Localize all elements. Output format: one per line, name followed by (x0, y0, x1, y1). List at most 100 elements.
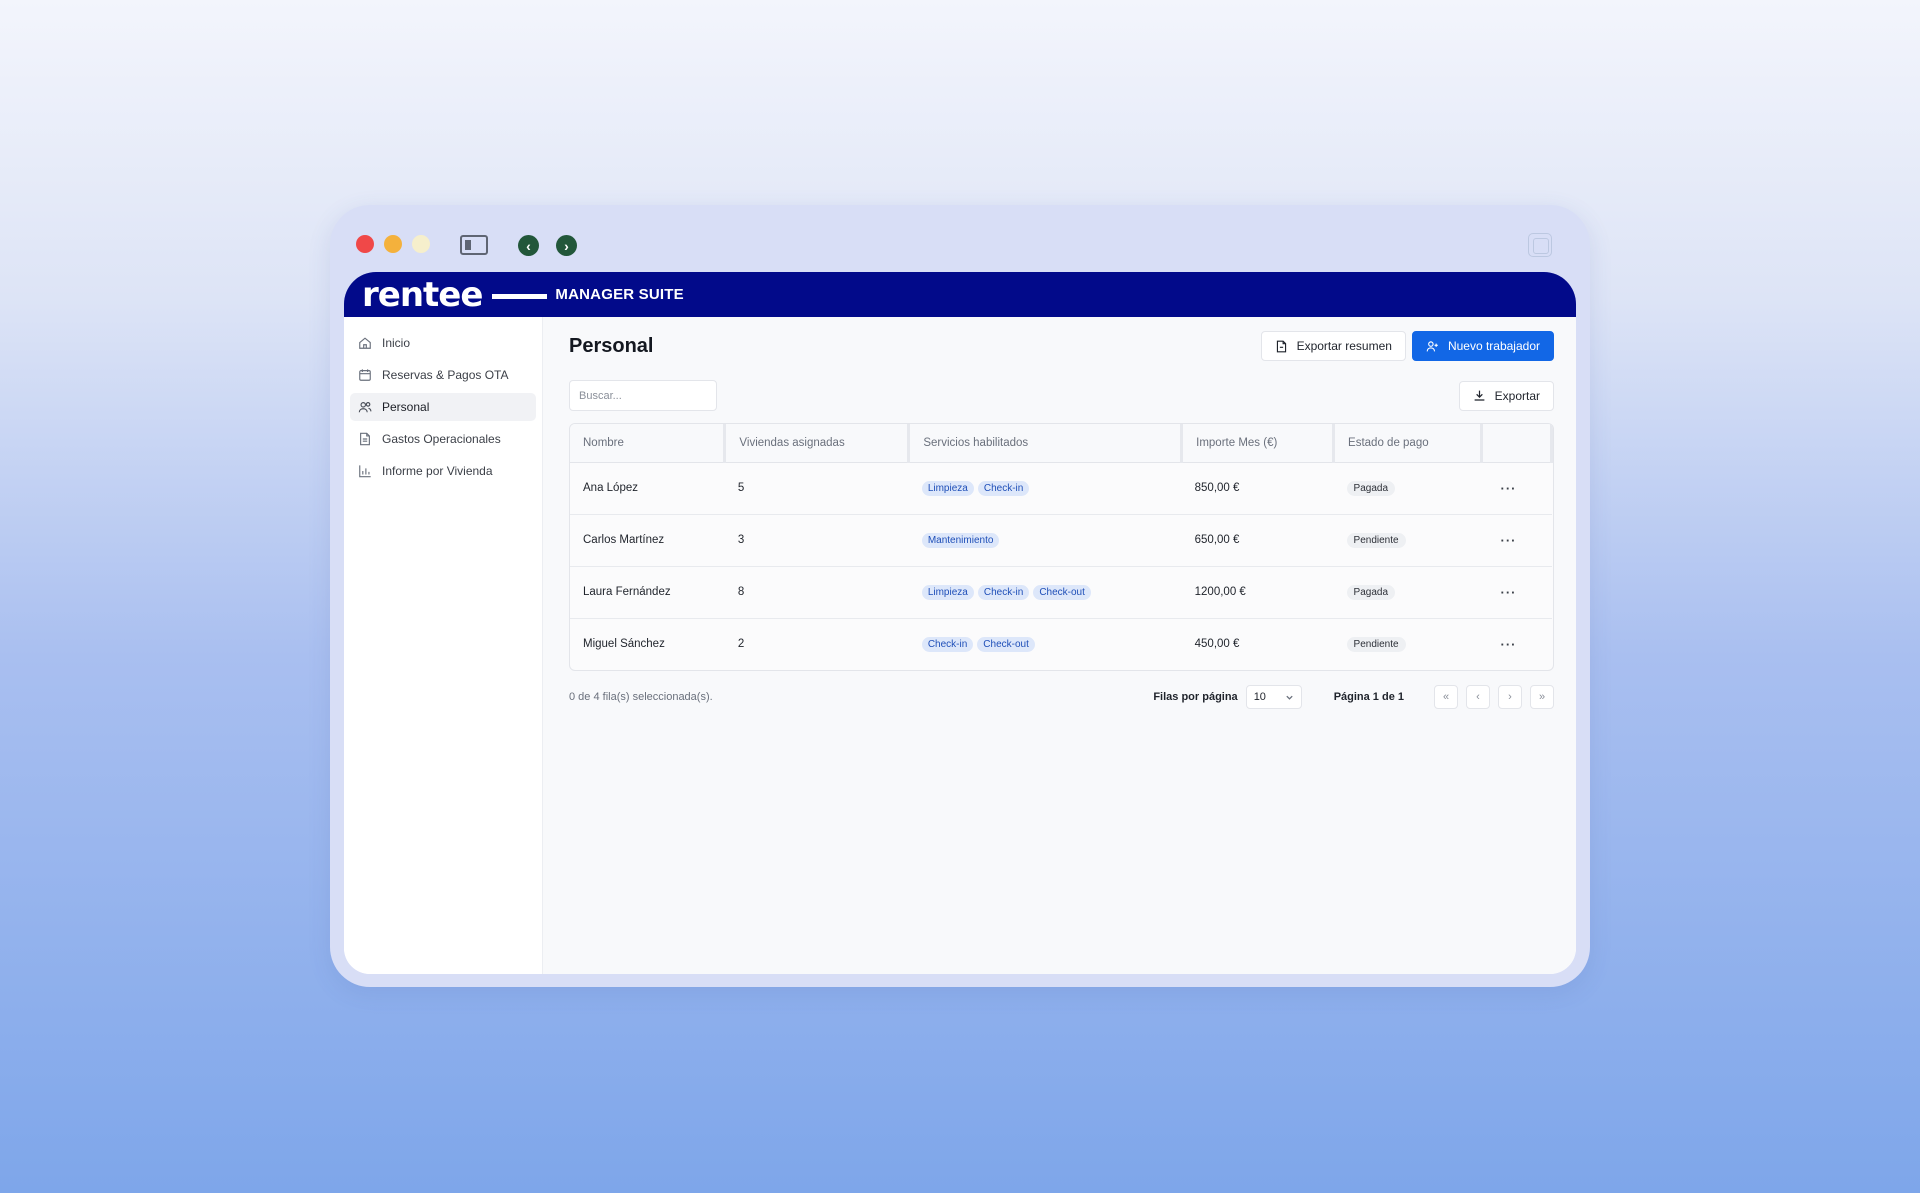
selection-info: 0 de 4 fila(s) seleccionada(s). (569, 691, 713, 703)
app-frame: rentee MANAGER SUITE Inicio Reservas & P… (344, 272, 1576, 974)
chevron-left-icon[interactable]: ‹ (518, 235, 539, 256)
logo-divider (492, 294, 548, 299)
staff-table: Nombre Viviendas asignadas Servicios hab… (569, 423, 1554, 671)
cell-actions: ··· (1481, 618, 1551, 670)
search-input[interactable] (569, 380, 717, 411)
more-actions-icon[interactable]: ··· (1494, 533, 1516, 548)
table-row[interactable]: Carlos Martínez 3 Mantenimiento 650,00 €… (570, 514, 1552, 567)
file-icon (1276, 340, 1286, 352)
cell-status: Pendiente (1333, 514, 1482, 567)
cell-amount: 450,00 € (1194, 638, 1240, 651)
status-badge: Pagada (1346, 480, 1396, 496)
minimize-icon[interactable] (384, 235, 402, 253)
status-badge: Pagada (1346, 584, 1396, 600)
more-actions-icon[interactable]: ··· (1494, 481, 1516, 496)
download-icon (1474, 390, 1485, 401)
export-label: Exportar (1494, 388, 1540, 403)
main-content: Personal Exportar resumen Nuevo trabajad… (543, 317, 1576, 974)
more-actions-icon[interactable]: ··· (1494, 637, 1516, 652)
rows-per-page-select[interactable]: 10 (1245, 685, 1302, 709)
status-badge: Pendiente (1346, 532, 1406, 548)
chevron-right-icon[interactable]: › (556, 235, 577, 256)
cell-amount: 850,00 € (1181, 462, 1334, 515)
cell-homes: 5 (724, 462, 909, 515)
column-header-estado[interactable]: Estado de pago (1333, 424, 1483, 463)
bar-chart-icon (359, 465, 371, 478)
cell-actions: ··· (1481, 462, 1552, 515)
export-summary-label: Exportar resumen (1296, 339, 1392, 353)
cell-name: Laura Fernández (570, 566, 725, 619)
browser-window: ‹ › rentee MANAGER SUITE Inicio Reservas… (330, 205, 1590, 987)
sidebar-item-gastos[interactable]: Gastos Operacionales (350, 425, 536, 453)
column-header-actions (1481, 424, 1553, 463)
page-title: Personal (569, 334, 654, 357)
cell-name: Miguel Sánchez (583, 638, 665, 651)
home-icon (359, 337, 371, 349)
rows-per-page-value: 10 (1253, 691, 1266, 703)
rows-per-page-label: Filas por página (1153, 691, 1238, 703)
column-header-nombre[interactable]: Nombre (570, 424, 727, 463)
column-header-importe[interactable]: Importe Mes (€) (1181, 424, 1336, 463)
export-button[interactable]: Exportar (1458, 380, 1554, 411)
service-tag: Check-in (921, 636, 974, 652)
table-header-row: Nombre Viviendas asignadas Servicios hab… (570, 424, 1553, 463)
last-page-button[interactable]: » (1530, 685, 1554, 709)
logo: rentee (362, 274, 483, 315)
calendar-icon (359, 369, 371, 381)
suite-label: MANAGER SUITE (555, 286, 684, 303)
sidebar-item-inicio[interactable]: Inicio (350, 329, 536, 357)
cell-services: Check-in Check-out (909, 618, 1182, 670)
table-row[interactable]: Miguel Sánchez 2 Check-in Check-out 450,0… (570, 618, 1552, 670)
close-icon[interactable] (356, 235, 374, 253)
sidebar-item-informe[interactable]: Informe por Vivienda (350, 457, 536, 485)
cell-services: Limpieza Check-in Check-out (908, 566, 1182, 619)
cell-actions: ··· (1481, 566, 1552, 619)
document-icon (360, 432, 370, 446)
sidebar-icon[interactable] (460, 235, 488, 255)
new-worker-button[interactable]: Nuevo trabajador (1411, 331, 1554, 361)
previous-page-button[interactable]: ‹ (1466, 685, 1490, 709)
cell-name: Carlos Martínez (570, 514, 725, 567)
sidebar-item-label: Informe por Vivienda (382, 464, 493, 478)
column-header-viviendas[interactable]: Viviendas asignadas (724, 424, 911, 463)
cell-amount: 1200,00 € (1181, 566, 1334, 619)
cell-homes: 3 (724, 514, 909, 567)
chevron-down-icon (1286, 695, 1293, 700)
status-badge: Pendiente (1346, 636, 1406, 652)
sidebar-item-label: Gastos Operacionales (382, 432, 501, 446)
service-tag: Check-in (977, 480, 1030, 496)
cell-name: Ana López (570, 462, 725, 515)
chevrons-left-icon: « (1442, 691, 1450, 703)
cell-homes: 2 (737, 638, 745, 651)
copy-icon[interactable] (1528, 233, 1552, 257)
users-icon (358, 402, 372, 413)
cell-amount: 650,00 € (1181, 514, 1334, 567)
first-page-button[interactable]: « (1434, 685, 1458, 709)
sidebar-item-reservas[interactable]: Reservas & Pagos OTA (350, 361, 536, 389)
service-tag: Mantenimiento (921, 532, 1000, 548)
cell-status: Pagada (1333, 462, 1482, 515)
sidebar-item-personal[interactable]: Personal (350, 393, 536, 421)
sidebar-item-label: Inicio (382, 336, 411, 350)
export-summary-button[interactable]: Exportar resumen (1260, 331, 1406, 361)
chevron-left-icon: ‹ (1476, 691, 1480, 703)
service-tag: Limpieza (921, 584, 974, 600)
service-tag: Check-out (1033, 584, 1091, 600)
app-header: rentee MANAGER SUITE (344, 272, 1576, 317)
sidebar-item-label: Reservas & Pagos OTA (382, 368, 509, 382)
column-header-servicios[interactable]: Servicios habilitados (908, 424, 1184, 463)
table-row[interactable]: Ana López 5 Limpieza Check-in 850,00 € Pa… (570, 462, 1552, 515)
service-tag: Check-in (977, 584, 1030, 600)
maximize-icon[interactable] (412, 235, 430, 253)
pagination: Filas por página 10 Página 1 de 1 « ‹ › … (1153, 685, 1554, 709)
title-bar: ‹ › (330, 205, 1590, 272)
cell-actions: ··· (1481, 514, 1552, 567)
user-plus-icon (1426, 340, 1438, 351)
sidebar: Inicio Reservas & Pagos OTA Personal Gas… (344, 317, 543, 974)
service-tag: Check-out (977, 636, 1035, 652)
table-row[interactable]: Laura Fernández 8 Limpieza Check-in Check-… (570, 566, 1552, 619)
next-page-button[interactable]: › (1498, 685, 1522, 709)
more-actions-icon[interactable]: ··· (1494, 585, 1516, 600)
cell-services: Limpieza Check-in (908, 462, 1182, 515)
sidebar-item-label: Personal (382, 400, 430, 414)
